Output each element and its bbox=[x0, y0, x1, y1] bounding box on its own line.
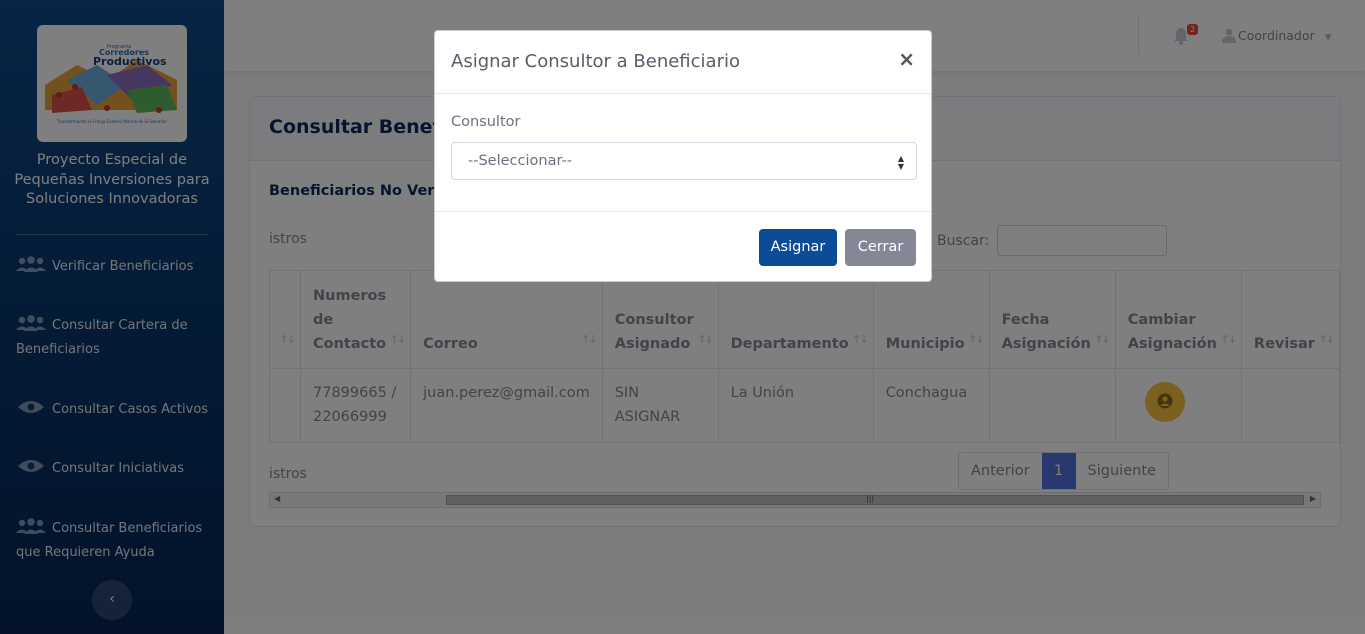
consultant-select[interactable]: --Seleccionar-- ▲ ▼ bbox=[451, 142, 917, 180]
select-value: --Seleccionar-- bbox=[468, 153, 572, 169]
consultant-label: Consultor bbox=[451, 114, 521, 130]
close-icon[interactable]: × bbox=[898, 49, 915, 69]
modal-header: Asignar Consultor a Beneficiario bbox=[435, 31, 931, 94]
select-arrows-icon: ▲ ▼ bbox=[897, 154, 904, 171]
modal-body: Consultor --Seleccionar-- ▲ ▼ bbox=[435, 94, 931, 212]
assign-button[interactable]: Asignar bbox=[759, 229, 837, 266]
assign-consultant-modal: Asignar Consultor a Beneficiario × Consu… bbox=[434, 30, 932, 282]
modal-title: Asignar Consultor a Beneficiario bbox=[451, 51, 740, 72]
close-button[interactable]: Cerrar bbox=[845, 229, 916, 266]
